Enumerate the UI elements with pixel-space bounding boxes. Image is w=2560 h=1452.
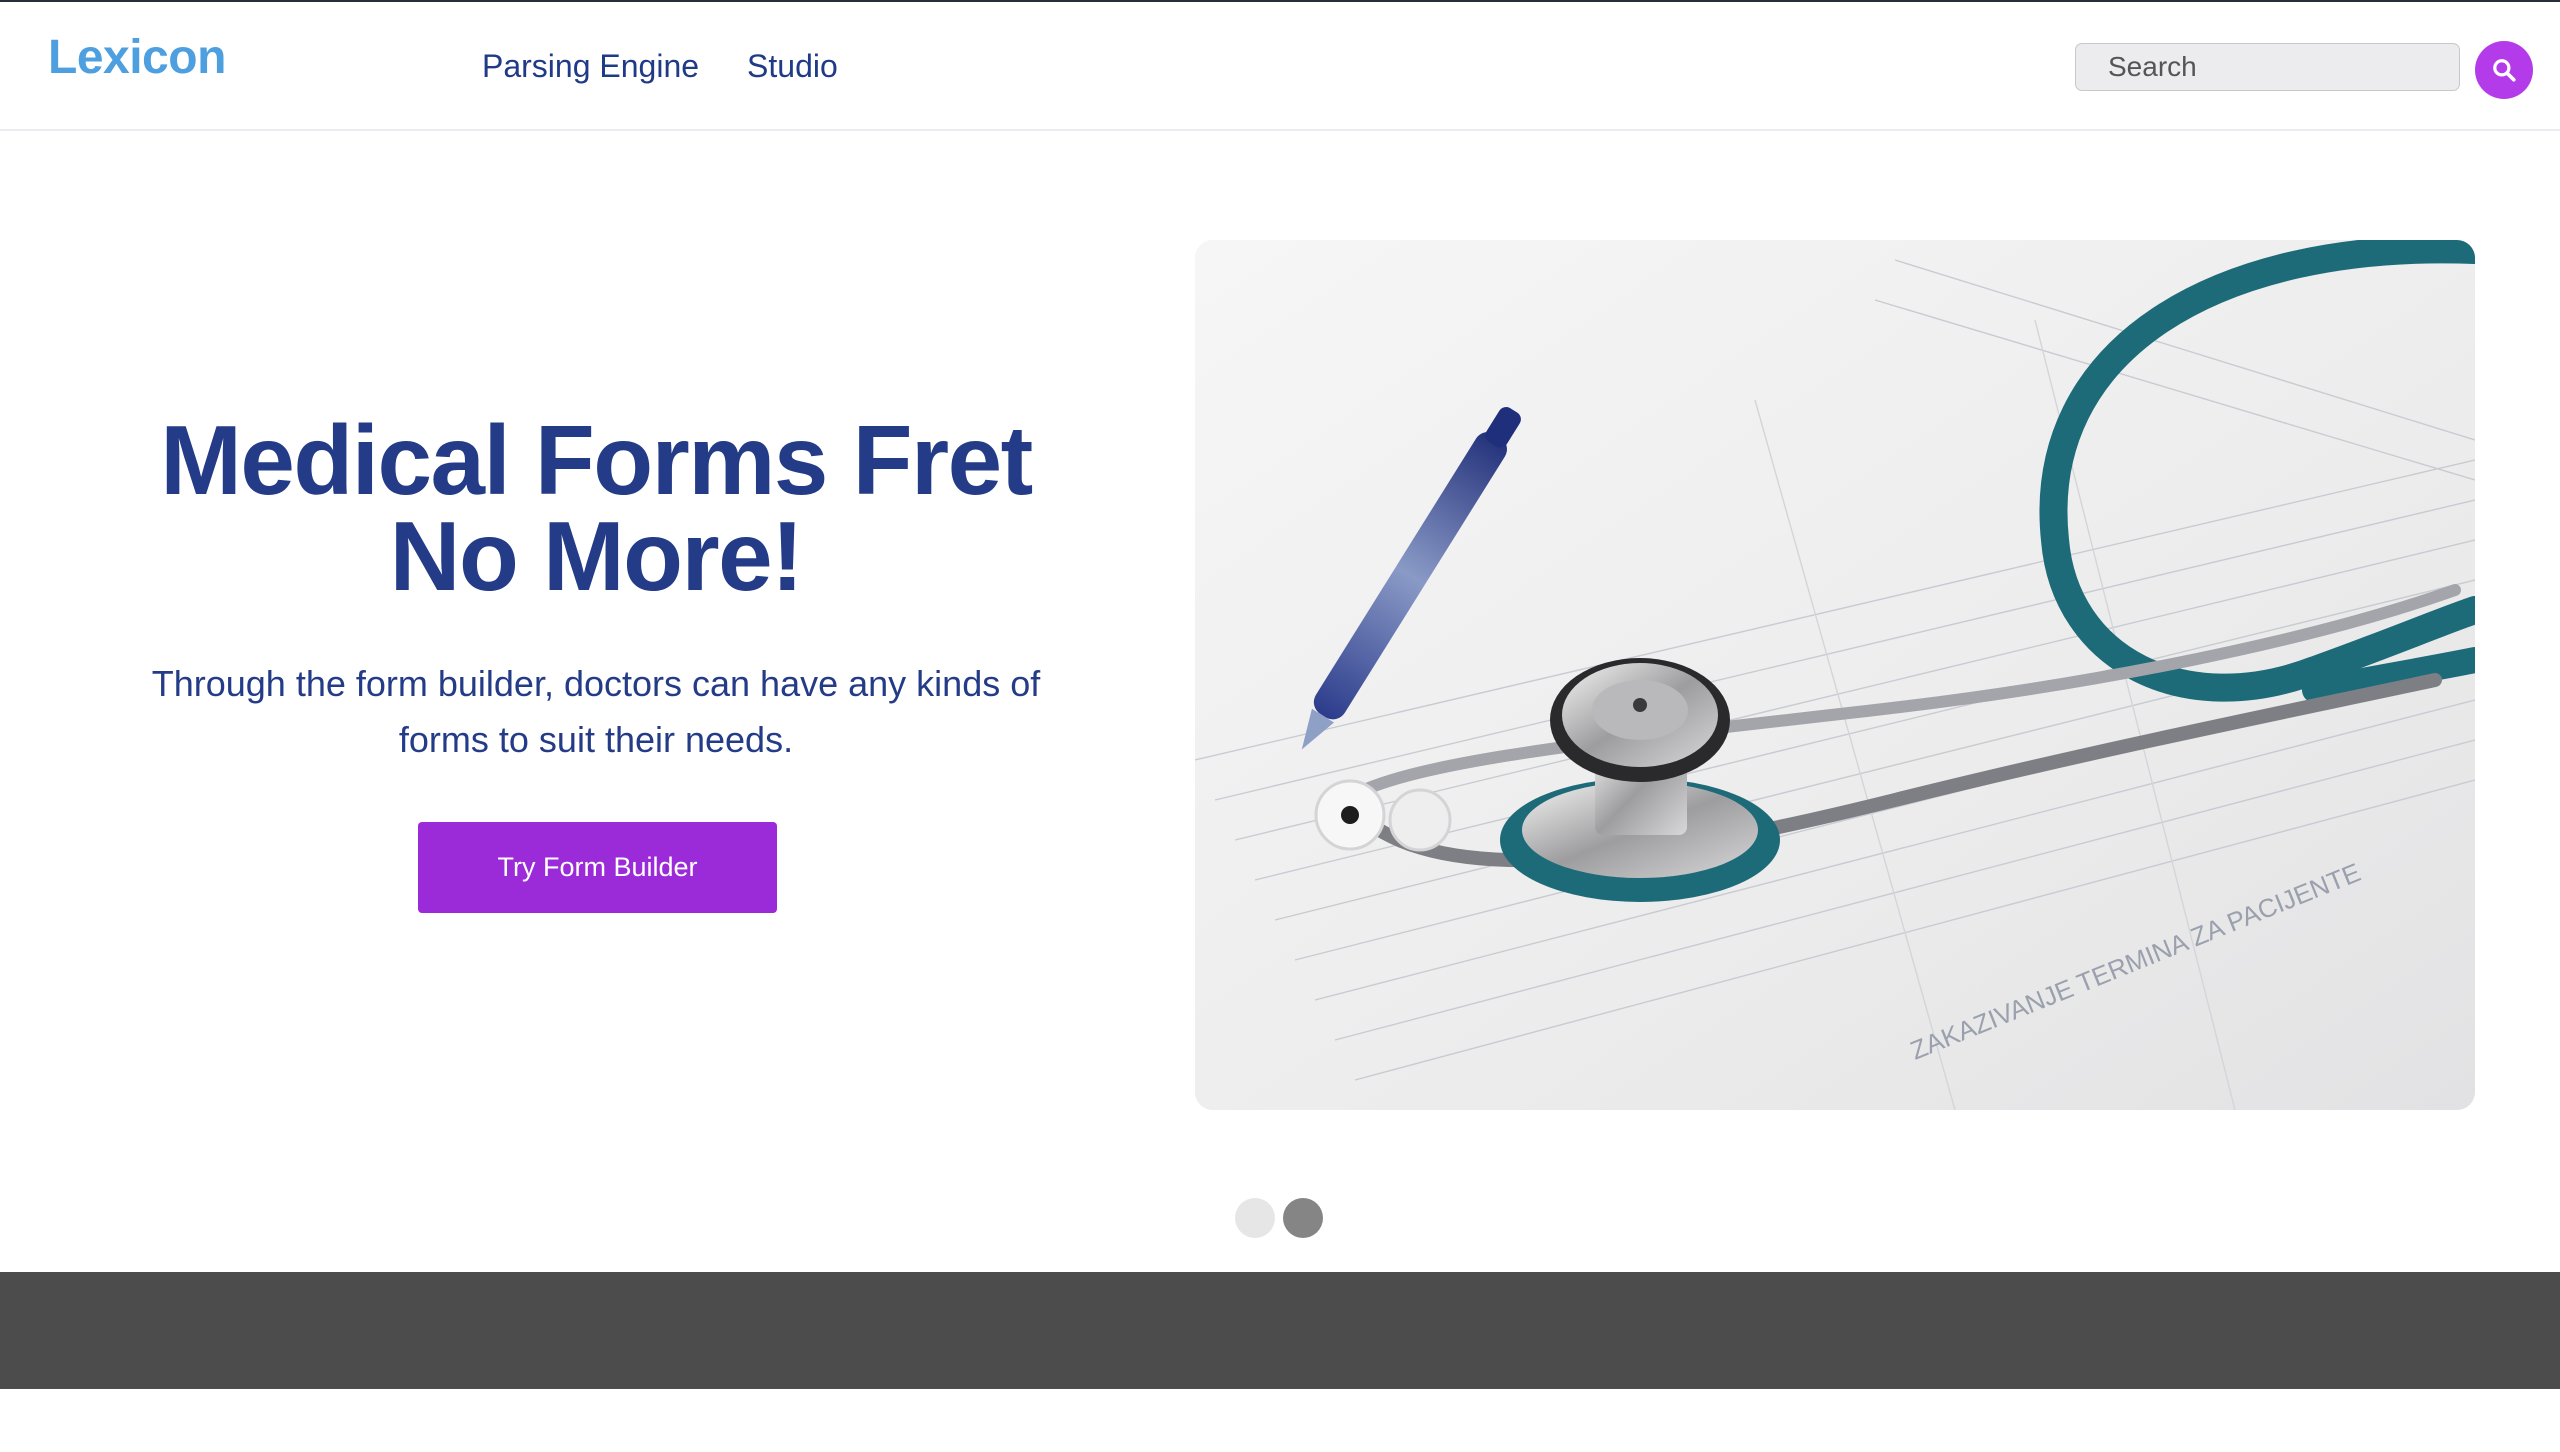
carousel-indicators [1235, 1198, 1323, 1238]
stethoscope-illustration: ZAKAZIVANJE TERMINA ZA PACIJENTE [1195, 240, 2475, 1110]
hero-title-line-2: No More! [389, 501, 804, 611]
hero-subtitle-line-2: forms to suit their needs. [398, 719, 794, 760]
navbar: Lexicon Parsing Engine Studio [0, 2, 2560, 131]
carousel-dot-1[interactable] [1235, 1198, 1275, 1238]
hero-subtitle: Through the form builder, doctors can ha… [96, 656, 1096, 768]
nav-link-parsing-engine[interactable]: Parsing Engine [482, 48, 699, 85]
hero-title-line-1: Medical Forms Fret [160, 405, 1033, 515]
hero-image-stethoscope: ZAKAZIVANJE TERMINA ZA PACIJENTE [1195, 240, 2475, 1110]
nav-link-studio[interactable]: Studio [747, 48, 838, 85]
search-input[interactable] [2075, 43, 2460, 91]
brand-logo[interactable]: Lexicon [48, 30, 226, 85]
carousel-dot-2[interactable] [1283, 1198, 1323, 1238]
try-form-builder-button[interactable]: Try Form Builder [418, 822, 777, 913]
search-button[interactable] [2475, 41, 2533, 99]
nav-links: Parsing Engine Studio [482, 48, 838, 85]
hero-title: Medical Forms Fret No More! [96, 411, 1096, 605]
hero-text: Medical Forms Fret No More! Through the … [96, 411, 1096, 768]
footer-band [0, 1272, 2560, 1389]
search-icon [2493, 59, 2516, 82]
hero-subtitle-line-1: Through the form builder, doctors can ha… [151, 663, 1041, 704]
